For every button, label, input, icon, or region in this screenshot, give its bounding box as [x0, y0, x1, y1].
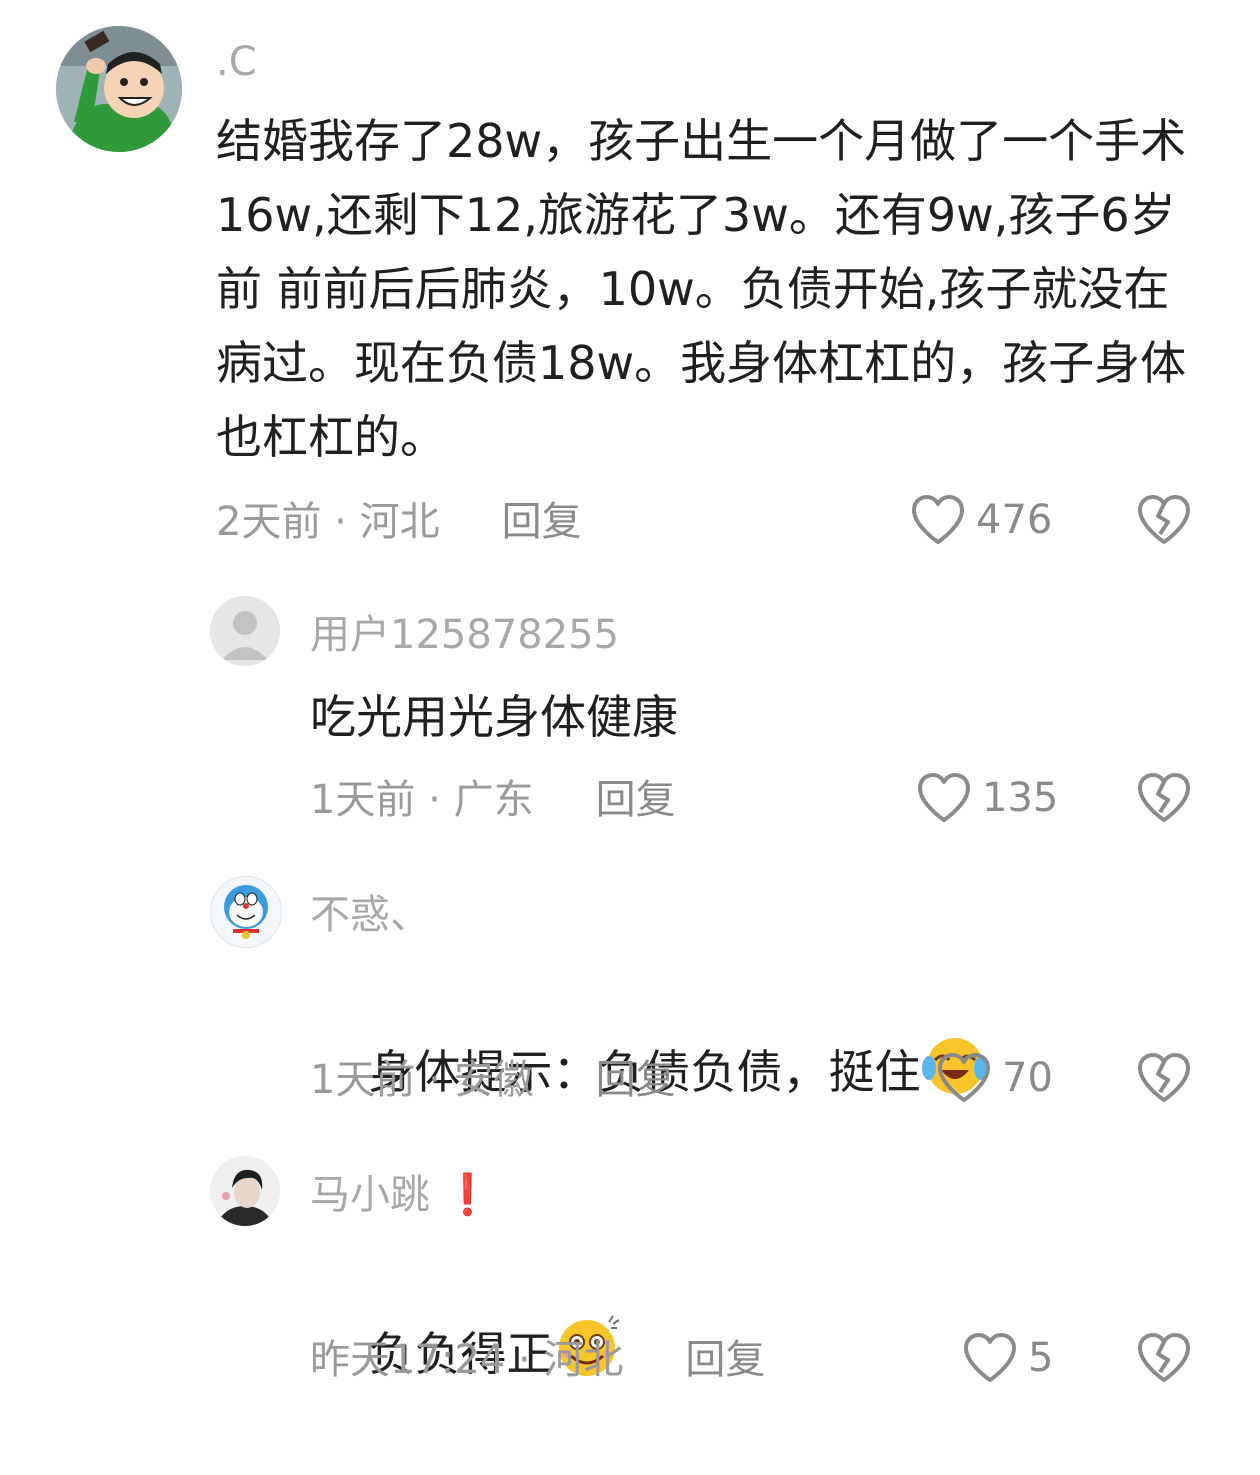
like-count: 476: [976, 497, 1053, 543]
dislike-button[interactable]: [1136, 1052, 1192, 1108]
comment-username[interactable]: .C: [216, 38, 257, 86]
comment-username: 马小跳: [310, 1172, 430, 1218]
comment-username-row[interactable]: 马小跳 ❗: [310, 1171, 493, 1219]
avatar[interactable]: [210, 876, 282, 948]
comment-time-location: 1天前 · 广东: [310, 777, 534, 823]
comment-item: 用户125878255 吃光用光身体健康 1天前 · 广东 回复 135: [0, 580, 1260, 860]
like-button[interactable]: 5: [962, 1332, 1053, 1384]
heart-outline-icon: [912, 495, 964, 544]
comment-meta: 1天前 · 广东 回复: [310, 776, 676, 824]
comment-username[interactable]: 不惑、: [310, 891, 430, 939]
reply-button[interactable]: 回复: [502, 498, 582, 546]
comment-time-location: 昨天17:24 · 河北: [310, 1337, 624, 1383]
reply-button[interactable]: 回复: [685, 1336, 765, 1384]
like-count: 70: [1002, 1055, 1053, 1101]
comment-username[interactable]: 用户125878255: [310, 611, 619, 659]
exclamation-icon: ❗: [442, 1172, 493, 1218]
avatar[interactable]: [210, 1156, 280, 1226]
heart-outline-icon: [938, 1053, 990, 1102]
default-user-icon: [210, 596, 280, 666]
comment-meta: 2天前 · 河北 回复: [216, 498, 582, 546]
like-button[interactable]: 135: [916, 772, 1058, 824]
reply-button[interactable]: 回复: [596, 776, 676, 824]
comment-meta: 1天前 · 安徽 回复: [310, 1056, 676, 1104]
comment-item: 马小跳 ❗ 负负得正 昨天17:24 · 河北 回复 5: [0, 1140, 1260, 1404]
avatar[interactable]: [56, 26, 182, 152]
comment-thread: { "comments": [ { "username": ".C", "tex…: [0, 0, 1260, 1404]
broken-heart-icon: [1138, 1333, 1190, 1382]
dislike-button[interactable]: [1136, 1332, 1192, 1388]
comment-item: 不惑、 身体提示：负债负债，挺住 1天前 · 安徽 回复 70: [0, 860, 1260, 1140]
comment-meta: 昨天17:24 · 河北 回复: [310, 1336, 765, 1384]
heart-outline-icon: [918, 773, 970, 822]
comment-text: 吃光用光身体健康: [310, 690, 678, 744]
like-count: 135: [982, 775, 1059, 821]
comment-time-location: 1天前 · 安徽: [310, 1057, 534, 1103]
heart-outline-icon: [964, 1333, 1016, 1382]
broken-heart-icon: [1138, 495, 1190, 544]
comment-item: .C 结婚我存了28w，孩子出生一个月做了一个手术16w,还剩下12,旅游花了3…: [0, 0, 1260, 580]
like-button[interactable]: 70: [936, 1052, 1053, 1104]
dislike-button[interactable]: [1136, 494, 1192, 550]
comment-text: 结婚我存了28w，孩子出生一个月做了一个手术16w,还剩下12,旅游花了3w。还…: [216, 114, 1187, 464]
cartoon-avatar-icon: [56, 26, 182, 152]
reply-button[interactable]: 回复: [596, 1056, 676, 1104]
avatar[interactable]: [210, 596, 280, 666]
comment-time-location: 2天前 · 河北: [216, 499, 440, 545]
broken-heart-icon: [1138, 773, 1190, 822]
like-button[interactable]: 476: [910, 494, 1052, 546]
like-count: 5: [1028, 1335, 1054, 1381]
dislike-button[interactable]: [1136, 772, 1192, 828]
doraemon-avatar-icon: [211, 877, 281, 947]
broken-heart-icon: [1138, 1053, 1190, 1102]
photo-avatar-icon: [210, 1156, 280, 1226]
